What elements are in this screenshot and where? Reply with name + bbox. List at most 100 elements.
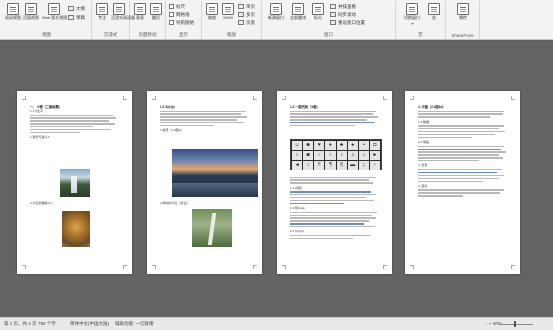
symbol-cell: ◙ [303,151,314,160]
symbol-cell: ♥ [314,141,325,150]
side-to-side-button[interactable]: 翻页 [148,3,164,29]
group-window: 新建窗口 全部重排 拆分 并排查看 同步滚动 重设窗口位置 窗口 [262,1,396,39]
waterfall-image [60,169,90,197]
group-label: 缩放 [227,32,236,37]
zoom-button[interactable]: 缩放 [204,3,220,29]
section-heading: 2.2 前提 [418,140,430,145]
language-indicator[interactable]: 简体中文(中国大陆) [70,318,109,330]
focus-button[interactable]: 专注 [94,3,110,29]
checkbox-icon [169,4,174,9]
macros-button[interactable]: 宏 [426,3,442,29]
gridlines-checkbox[interactable]: 网格线 [169,11,190,18]
group-show: 标尺 网格线 导航窗格 显示 [166,1,202,39]
side-by-side-icon [330,4,336,9]
side-to-side-icon [150,3,162,15]
symbol-cell: ○ [292,151,303,160]
immersive-reader-button[interactable]: 沉浸式阅读器 [111,3,135,29]
symbol-cell: ☺ [292,141,303,150]
page-1-text: 一、人物（二级标题） 1.1 X生平 1.我曾与游人X [30,105,120,139]
seascape-image [172,149,258,197]
zoom-slider[interactable] [499,324,533,325]
section-heading: 4. 结论 [418,183,428,188]
outline-icon [68,6,74,11]
section-heading: 3. 位置 [418,163,428,168]
sync-scroll-icon [330,12,336,17]
section-heading: 2.1 阿(x)ab [290,206,305,211]
vertical-button[interactable]: 垂直 [132,3,148,29]
symbol-cell: ↕ [303,161,314,170]
checkbox-icon [169,12,174,17]
figure-caption: 1.晚景（7.9图A） [160,128,184,133]
page-2[interactable]: 1.2 X(x1)x 1.晚景（7.9图A） 2.雨中的大红（标注） [147,91,262,274]
ribbon: 阅读视图 页面视图 Web 版式视图 大纲 草稿 视图 专注 沉浸式阅读器 沉浸… [0,0,553,40]
page-heading: 4. 中国（2.1图1a） [418,105,446,109]
symbol-cell: ► [369,151,380,160]
accessibility-status[interactable]: 辅助功能: 一切就绪 [115,318,154,330]
zoom-100-button[interactable]: 100% [220,3,236,29]
split-icon [312,3,324,15]
symbol-cell: ¶ [325,161,336,170]
chevron-down-icon: ▾ [411,20,414,26]
print-layout-button[interactable]: 页面视图 [23,3,39,29]
outline-button[interactable]: 大纲 [68,5,85,12]
symbol-cell: § [336,161,347,170]
checkbox-icon [169,20,174,25]
group-page-movement: 垂直 翻页 页面移动 [130,1,166,39]
read-mode-button[interactable]: 阅读视图 [5,3,21,29]
word-count[interactable]: 798 个字 [38,318,56,330]
properties-icon [457,3,469,15]
figure-caption: 2.雨中的大红（标注） [160,201,190,205]
group-label: 窗口 [324,32,333,37]
navigation-pane-checkbox[interactable]: 导航窗格 [169,19,194,26]
one-page-button[interactable]: 单页 [238,3,255,10]
section-heading: 1.4 内容） [290,185,305,190]
switch-windows-button[interactable]: 切换窗口 ▾ [402,3,422,29]
group-immersive: 专注 沉浸式阅读器 沉浸式 [92,1,135,39]
synchronous-scrolling-button[interactable]: 同步滚动 [330,11,356,18]
pinecone-image [62,211,90,247]
one-page-icon [238,4,244,9]
view-side-by-side-button[interactable]: 并排查看 [330,3,356,10]
print-layout-icon [25,3,37,15]
page-heading: 1.2 X(x1)x [160,105,175,109]
reset-window-icon [330,20,336,25]
immersive-reader-icon [113,3,125,15]
page-width-icon [238,20,244,25]
switch-windows-icon [406,3,418,15]
symbol-table: ☺ ☻ ♥ ♦ ♣ ♠ • ◘ ○ ◙ ♂ ♀ ♪ ♫ ☼ ► ◄ ↕ ‼ ¶ § ▬ ↨ ↑ [290,139,382,170]
ruler-checkbox[interactable]: 标尺 [169,3,185,10]
group-label: 显示 [179,32,188,37]
symbol-cell: ‼ [314,161,325,170]
page-4[interactable]: 4. 中国（2.1图1a） 1.2 数据： 2.2 前提 3. 位置 4. 结论 [405,91,520,274]
symbol-cell: ◘ [369,141,380,150]
symbol-cell: ♣ [336,141,347,150]
read-mode-icon [7,3,19,15]
symbol-cell: ♪ [336,151,347,160]
new-window-button[interactable]: 新建窗口 [266,3,286,29]
draft-icon [68,15,74,20]
arrange-all-icon [292,3,304,15]
zoom-slider-thumb[interactable] [514,321,516,327]
page-count[interactable]: 第 1 页，共 4 页 [4,318,37,330]
symbol-cell: ▬ [347,161,358,170]
arrange-all-button[interactable]: 全部重排 [288,3,308,29]
page-width-button[interactable]: 页宽 [238,19,255,26]
symbol-cell: ↑ [369,161,380,170]
draft-button[interactable]: 草稿 [68,14,85,21]
properties-button[interactable]: 属性 [455,3,471,29]
figure-caption: 1.我曾与游人X [30,135,50,140]
figure-caption: 2.大红熊猫等人1 [30,201,53,205]
multiple-pages-button[interactable]: 多页 [238,11,255,18]
group-label: SharePoint [451,33,474,38]
group-label: 视图 [42,32,51,37]
reset-window-position-button[interactable]: 重设窗口位置 [330,19,365,26]
page-1[interactable]: 一、人物（二级标题） 1.1 X生平 1.我曾与游人X 2.大红熊猫等人1 [17,91,132,274]
symbol-cell: ◄ [292,161,303,170]
symbol-cell: ♦ [325,141,336,150]
multiple-pages-icon [238,12,244,17]
web-layout-button[interactable]: Web 版式视图 [42,3,67,29]
page-3[interactable]: 1.3 一般代码（X级） ☺ ☻ ♥ ♦ ♣ ♠ • ◘ ○ ◙ ♂ ♀ ♪ ♫ ☼ ► ◄ ↕ ‼ ¶ § ▬ ↨ ↑ 1.… [277,91,392,274]
page-subheading: 1.1 X生平 [30,109,44,113]
symbol-cell: ☻ [303,141,314,150]
split-button[interactable]: 拆分 [310,3,326,29]
